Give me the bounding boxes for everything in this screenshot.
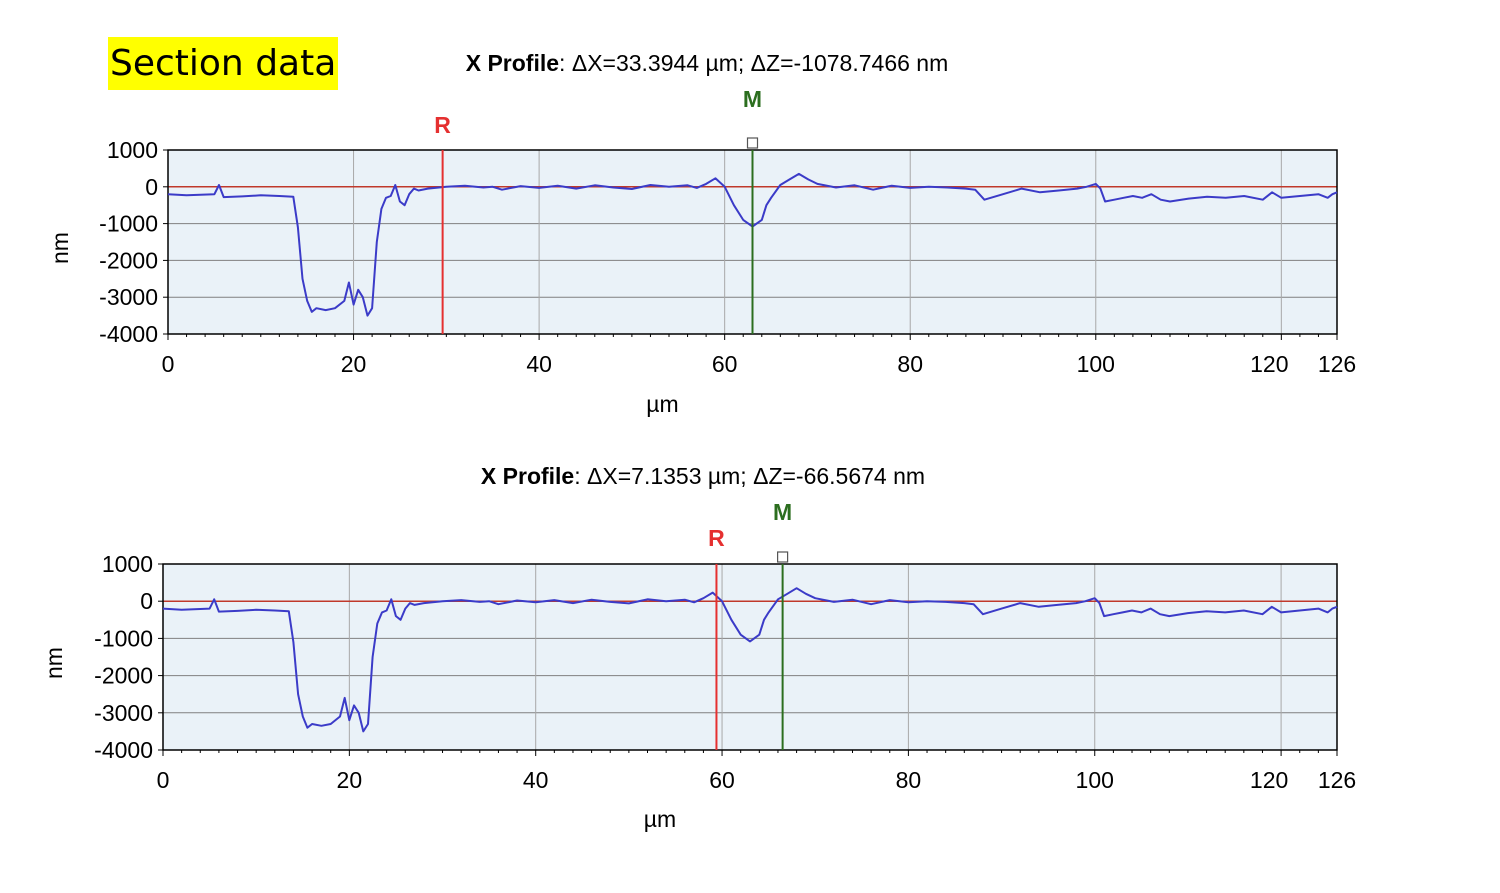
measure-cursor-handle xyxy=(777,551,789,563)
chart-title: X Profile: ΔX=7.1353 µm; ΔZ=-66.5674 nm xyxy=(481,463,925,489)
y-tick-label: 1000 xyxy=(107,137,158,163)
y-tick-label: -3000 xyxy=(99,284,158,310)
chart-title: X Profile: ΔX=33.3944 µm; ΔZ=-1078.7466 … xyxy=(466,50,949,76)
x-tick-label: 20 xyxy=(337,767,363,793)
y-axis-label: nm xyxy=(47,232,73,264)
y-tick-label: 1000 xyxy=(102,551,153,577)
plot-area xyxy=(163,564,1337,750)
measure-cursor-handle xyxy=(746,137,759,149)
measure-cursor-label: M xyxy=(743,86,762,112)
x-tick-label: 40 xyxy=(523,767,549,793)
y-tick-label: -2000 xyxy=(94,663,153,689)
x-profile-chart-1: R M 0 20 40 60 80 100 120 126 1000 0 -1000 -2000 -3000… xyxy=(47,50,1356,417)
x-tick-label: 60 xyxy=(709,767,735,793)
x-tick-label: 100 xyxy=(1076,767,1114,793)
x-axis-label: µm xyxy=(644,806,676,832)
y-tick-label: -4000 xyxy=(99,321,158,347)
x-profile-chart-2: R M 0 20 40 60 80 100 120 126 1000 0 -1000 -2000 -3000… xyxy=(41,463,1356,832)
x-tick-label: 40 xyxy=(526,351,552,377)
y-tick-label: -1000 xyxy=(99,211,158,237)
chart-title-values: : ΔX=7.1353 µm; ΔZ=-66.5674 nm xyxy=(574,463,925,489)
y-tick-label: 0 xyxy=(140,588,153,614)
x-tick-label: 120 xyxy=(1250,767,1288,793)
y-axis-label: nm xyxy=(41,647,67,679)
x-tick-label: 120 xyxy=(1250,351,1288,377)
x-tick-label: 20 xyxy=(341,351,367,377)
x-tick-label: 80 xyxy=(897,351,923,377)
x-tick-label: 60 xyxy=(712,351,738,377)
y-tick-label: -4000 xyxy=(94,737,153,763)
x-axis-label: µm xyxy=(646,391,678,417)
reference-cursor-label: R xyxy=(708,525,725,551)
x-tick-label: 126 xyxy=(1318,351,1356,377)
y-tick-label: -1000 xyxy=(94,625,153,651)
measure-cursor-label: M xyxy=(773,499,792,525)
x-tick-label: 80 xyxy=(896,767,922,793)
x-tick-label: 100 xyxy=(1077,351,1115,377)
y-tick-label: -3000 xyxy=(94,700,153,726)
y-tick-label: -2000 xyxy=(99,247,158,273)
chart-title-bold: X Profile xyxy=(481,463,574,489)
x-tick-label: 0 xyxy=(162,351,175,377)
y-tick-label: 0 xyxy=(145,174,158,200)
reference-cursor-label: R xyxy=(434,112,451,138)
x-tick-label: 0 xyxy=(157,767,170,793)
chart-title-bold: X Profile xyxy=(466,50,559,76)
x-tick-label: 126 xyxy=(1318,767,1356,793)
chart-title-values: : ΔX=33.3944 µm; ΔZ=-1078.7466 nm xyxy=(559,50,948,76)
